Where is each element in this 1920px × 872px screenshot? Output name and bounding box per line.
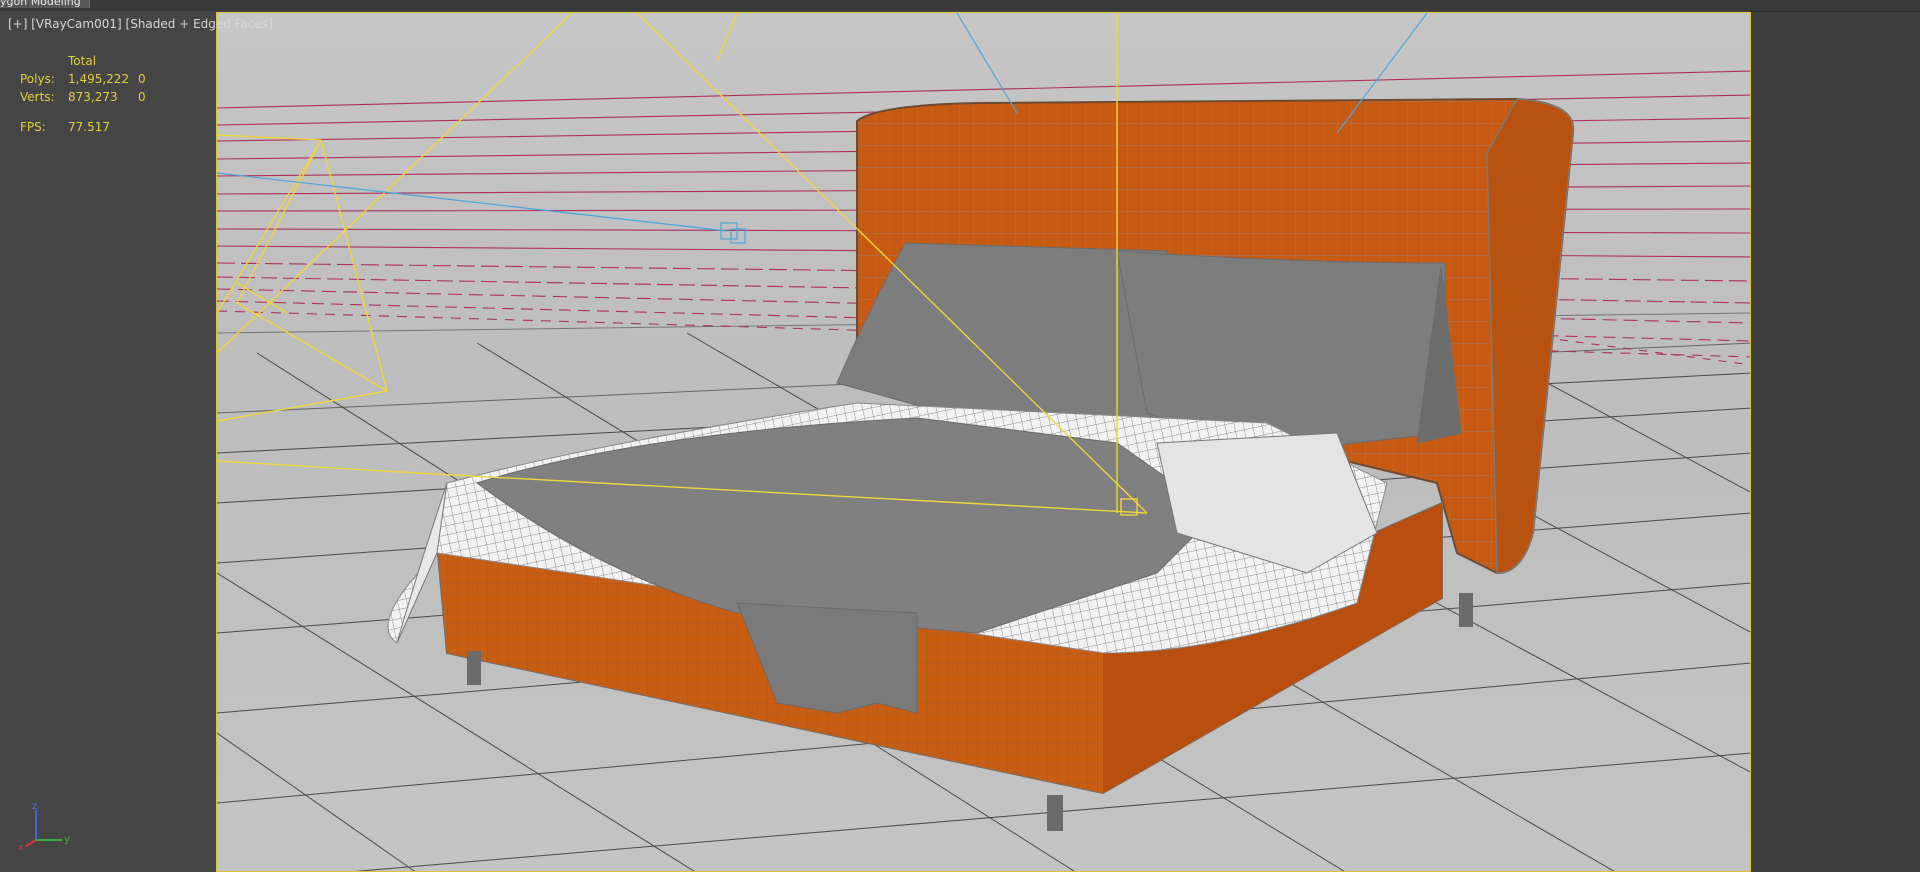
polys-total: 1,495,222: [68, 72, 130, 86]
polys-selected: 0: [138, 72, 146, 86]
verts-selected: 0: [138, 90, 146, 104]
verts-label: Verts:: [20, 90, 55, 104]
ribbon-tab-polygon-modeling[interactable]: ygon Modeling: [0, 0, 90, 8]
viewport-statistics: Total Polys: 1,495,222 0 Verts: 873,273 …: [20, 52, 146, 136]
viewport-shading-menu[interactable]: [Shaded + Edged Faces]: [126, 17, 273, 31]
stats-header: Total: [68, 54, 97, 68]
viewport-camera-menu[interactable]: [VRayCam001]: [31, 17, 121, 31]
scene-render[interactable]: [217, 13, 1751, 872]
axis-z-label: z: [32, 801, 37, 812]
polys-label: Polys:: [20, 72, 55, 86]
bed-leg-back-right: [1459, 593, 1473, 627]
viewport-label[interactable]: [+] [VRayCam001] [Shaded + Edged Faces]: [8, 17, 273, 31]
verts-total: 873,273: [68, 90, 118, 104]
axis-y-label: y: [64, 834, 70, 845]
axis-x-label: x: [18, 843, 24, 850]
viewport-menu-plus[interactable]: [+]: [8, 17, 27, 31]
fps-label: FPS:: [20, 120, 46, 134]
bed-leg-front-left: [467, 651, 481, 685]
perspective-viewport[interactable]: [216, 12, 1751, 872]
fps-value: 77.517: [68, 120, 110, 134]
axis-tripod-icon: z y x: [16, 800, 76, 854]
bed-leg-front-right: [1047, 795, 1063, 831]
viewport-side-panel: [1751, 12, 1920, 872]
